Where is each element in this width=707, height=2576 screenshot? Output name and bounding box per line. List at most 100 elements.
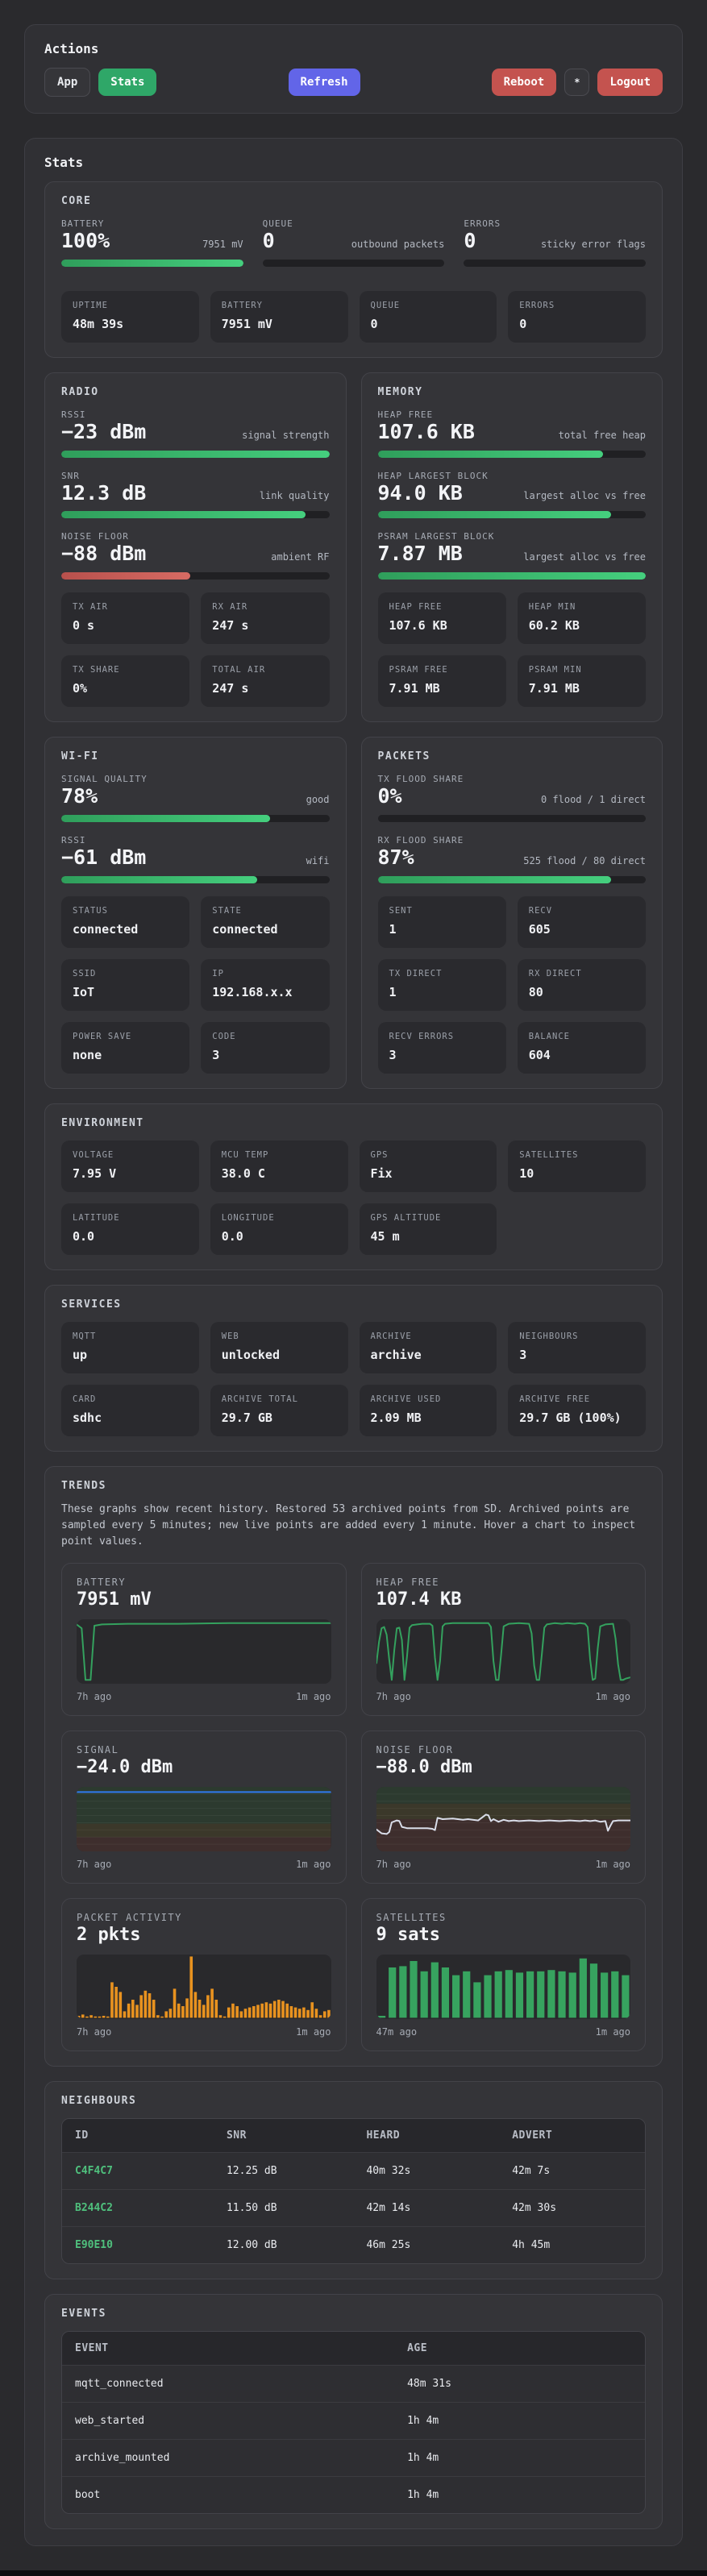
event-age: 1h 4m [394, 2438, 645, 2477]
core-section: CORE BATTERY 100% 7951 mV QUEUE 0 outbou… [44, 181, 663, 358]
tile-rx-direct: RX DIRECT 80 [517, 958, 646, 1011]
neighbours-header-row: ID SNR HEARD ADVERT [62, 2118, 645, 2153]
x-axis-end-label: 1m ago [296, 2025, 331, 2038]
noise-floor-chart-card: NOISE FLOOR −88.0 dBm 7h ago 1m ago [360, 1730, 646, 1884]
core-hero-grid: BATTERY 100% 7951 mV QUEUE 0 outbound pa… [61, 218, 646, 280]
neighbour-row: B244C2 11.50 dB 42m 14s 42m 30s [62, 2188, 645, 2227]
event-name: boot [62, 2475, 395, 2513]
hero-sub: outbound packets [351, 238, 445, 250]
signal-quality-progress-bar [61, 814, 330, 822]
app-button[interactable]: App [44, 68, 91, 97]
tile-queue: QUEUE 0 [359, 290, 497, 343]
services-section: SERVICES MQTT up WEB unlocked ARCHIVE archi… [44, 1284, 663, 1452]
neighbour-heard: 46m 25s [353, 2225, 500, 2263]
tile-rx-air: RX AIR 247 s [201, 592, 330, 644]
radio-section: RADIO RSSI −23 dBm signal strength SNR 12… [44, 372, 347, 722]
tile-ssid: SSID IoT [61, 958, 190, 1011]
x-axis-end-label: 1m ago [595, 1858, 630, 1870]
neighbour-advert: 42m 30s [499, 2188, 645, 2227]
event-row: web_started 1h 4m [62, 2401, 645, 2440]
neighbour-id-link[interactable]: E90E10 [62, 2225, 214, 2263]
tile-wifi-status: STATUS connected [61, 895, 190, 948]
snr-progress-bar [61, 511, 330, 519]
neighbour-id-link[interactable]: B244C2 [62, 2188, 214, 2227]
x-axis-start-label: 7h ago [77, 1690, 112, 1702]
tile-total-air: TOTAL AIR 247 s [201, 655, 330, 707]
asterisk-button[interactable]: * [564, 69, 590, 96]
event-row: mqtt_connected 48m 31s [62, 2364, 645, 2403]
packets-section: PACKETS TX FLOOD SHARE 0% 0 flood / 1 dir… [360, 737, 663, 1089]
tile-heap-free: HEAP FREE 107.6 KB [377, 592, 506, 644]
noise-floor-chart-plot[interactable] [376, 1786, 630, 1851]
stats-title: Stats [44, 155, 84, 170]
x-axis-end-label: 1m ago [595, 1690, 630, 1702]
actions-button-row: App Stats Refresh Reboot * Logout [44, 68, 663, 97]
hero-noise-floor: NOISE FLOOR −88 dBm ambient RF [61, 531, 330, 580]
tile-card: CARD sdhc [61, 1384, 199, 1436]
errors-progress-bar [464, 259, 646, 267]
reboot-button[interactable]: Reboot [491, 69, 557, 96]
hero-heap-largest: HEAP LARGEST BLOCK 94.0 KB largest alloc … [377, 471, 646, 519]
logout-button[interactable]: Logout [597, 69, 663, 96]
psram-largest-progress-bar [377, 572, 646, 580]
tile-psram-free: PSRAM FREE 7.91 MB [377, 655, 506, 707]
packet-activity-chart-card: PACKET ACTIVITY 2 pkts 7h ago 1m ago [61, 1897, 347, 2051]
tile-psram-min: PSRAM MIN 7.91 MB [517, 655, 646, 707]
hero-snr: SNR 12.3 dB link quality [61, 471, 330, 519]
tile-archive-free: ARCHIVE FREE 29.7 GB (100%) [508, 1384, 646, 1436]
x-axis-end-label: 1m ago [296, 1858, 331, 1870]
neighbour-snr: 12.00 dB [213, 2225, 354, 2263]
stats-card: Stats CORE BATTERY 100% 7951 mV QUEUE 0 … [24, 138, 683, 2546]
hero-core-battery: BATTERY 100% 7951 mV [61, 218, 243, 267]
neighbour-id-link[interactable]: C4F4C7 [62, 2151, 214, 2190]
x-axis-end-label: 1m ago [296, 1690, 331, 1702]
actions-title: Actions [44, 41, 99, 56]
neighbour-advert: 4h 45m [499, 2225, 645, 2263]
tile-archive: ARCHIVE archive [359, 1321, 497, 1373]
x-axis-start-label: 47m ago [376, 2025, 418, 2038]
rssi-progress-bar [61, 450, 330, 458]
noise-floor-progress-bar [61, 572, 330, 580]
tile-web: WEB unlocked [210, 1321, 348, 1373]
neighbour-row: E90E10 12.00 dB 46m 25s 4h 45m [62, 2225, 645, 2263]
tile-voltage: VOLTAGE 7.95 V [61, 1140, 199, 1192]
hero-sub: sticky error flags [540, 238, 646, 250]
memory-tile-grid: HEAP FREE 107.6 KB HEAP MIN 60.2 KB PSRAM … [377, 592, 646, 707]
col-header-id: ID [62, 2118, 214, 2153]
satellites-chart-plot[interactable] [376, 1954, 630, 2019]
tile-longitude: LONGITUDE 0.0 [210, 1203, 348, 1255]
signal-chart-plot[interactable] [77, 1786, 331, 1851]
radio-tile-grid: TX AIR 0 s RX AIR 247 s TX SHARE 0% TOTAL A… [61, 592, 330, 707]
tile-errors: ERRORS 0 [508, 290, 646, 343]
wifi-section-title: WI-FI [61, 750, 99, 762]
screen-bottom-edge [0, 2570, 707, 2576]
events-section: EVENTS EVENT AGE mqtt_connected 48m 31s [44, 2293, 663, 2529]
event-age: 1h 4m [394, 2401, 645, 2440]
col-header-age: AGE [394, 2331, 645, 2366]
packet-activity-chart-plot[interactable] [77, 1954, 331, 2019]
hero-core-queue: QUEUE 0 outbound packets [262, 218, 445, 267]
neighbour-heard: 40m 32s [353, 2151, 500, 2190]
tile-recv: RECV 605 [517, 895, 646, 948]
tile-tx-direct: TX DIRECT 1 [377, 958, 506, 1011]
x-axis-start-label: 7h ago [77, 2025, 112, 2038]
neighbour-row: C4F4C7 12.25 dB 40m 32s 42m 7s [62, 2151, 645, 2190]
battery-chart-card: BATTERY 7951 mV 7h ago 1m ago [61, 1562, 347, 1716]
tile-heap-min: HEAP MIN 60.2 KB [517, 592, 646, 644]
tile-wifi-state: STATE connected [201, 895, 330, 948]
heap-free-progress-bar [377, 450, 646, 458]
tile-archive-total: ARCHIVE TOTAL 29.7 GB [210, 1384, 348, 1436]
col-header-event: EVENT [62, 2331, 395, 2366]
heap-free-chart-plot[interactable] [376, 1618, 630, 1684]
tile-code: CODE 3 [201, 1021, 330, 1074]
hero-tx-flood: TX FLOOD SHARE 0% 0 flood / 1 direct [377, 774, 646, 822]
satellites-chart-card: SATELLITES 9 sats 47m ago 1m ago [360, 1897, 646, 2051]
tile-satellites: SATELLITES 10 [508, 1140, 646, 1192]
battery-chart-plot[interactable] [77, 1618, 331, 1684]
tile-tx-air: TX AIR 0 s [61, 592, 190, 644]
neighbour-heard: 42m 14s [353, 2188, 500, 2227]
stats-button[interactable]: Stats [98, 69, 157, 96]
tile-mqtt: MQTT up [61, 1321, 199, 1373]
event-age: 1h 4m [394, 2475, 645, 2513]
refresh-button[interactable]: Refresh [288, 69, 360, 96]
